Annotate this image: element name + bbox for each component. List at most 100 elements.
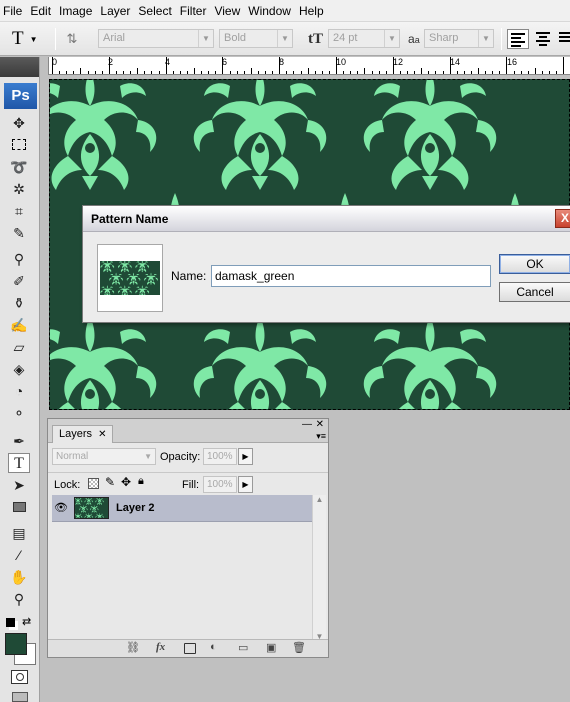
menu-bar: File Edit Image Layer Select Filter View…	[0, 0, 570, 22]
layer-style-icon[interactable]: fx	[156, 641, 165, 653]
ruler-tick	[73, 71, 75, 74]
blend-row: Normal ▼ Opacity: 100% ▶	[48, 446, 328, 468]
lock-all-icon[interactable]: 🔒︎	[138, 475, 144, 488]
ruler-tick	[421, 68, 423, 74]
new-layer-icon[interactable]: ▣	[266, 641, 276, 654]
eye-visibility-icon[interactable]: 👁︎	[54, 501, 68, 514]
move-tool-icon[interactable]: ✥	[8, 113, 30, 133]
magic-wand-tool-icon[interactable]: ✲	[8, 179, 30, 199]
panel-menu-icon[interactable]: ▾≡	[316, 431, 326, 442]
adjustment-layer-icon[interactable]: ◐	[210, 641, 217, 653]
tool-preset-picker[interactable]: T ▼	[12, 28, 48, 50]
pen-tool-icon[interactable]: ✒	[8, 431, 30, 451]
blend-mode-select[interactable]: Normal ▼	[52, 448, 156, 465]
align-left-button[interactable]	[507, 29, 529, 49]
history-brush-tool-icon[interactable]: ✍	[8, 315, 30, 335]
crop-tool-icon[interactable]: ⌗	[8, 201, 30, 221]
layers-scrollbar[interactable]: ▲ ▼	[312, 495, 326, 641]
menu-select[interactable]: Select	[134, 0, 175, 22]
blur-tool-icon[interactable]: ◔	[8, 381, 30, 401]
ruler-tick	[364, 68, 366, 74]
ruler-tick	[470, 71, 472, 74]
brush-tool-icon[interactable]: ✐	[8, 271, 30, 291]
panel-close-icon[interactable]: ✕	[316, 419, 324, 430]
notes-tool-icon[interactable]: ▤	[8, 523, 30, 543]
trash-icon[interactable]: 🗑︎	[292, 641, 306, 654]
options-bar: T ▼ ⇅ Arial ▼ Bold ▼ tT 24 pt ▼ aa Sharp ▼	[0, 22, 570, 56]
foreground-color-swatch[interactable]	[5, 633, 27, 655]
menu-image[interactable]: Image	[55, 0, 96, 22]
lock-row: Lock: ✎ ✥ 🔒︎ Fill: 100% ▶	[48, 472, 328, 494]
opacity-input[interactable]: 100%	[203, 448, 237, 465]
link-layers-icon[interactable]: ⛓	[126, 641, 140, 654]
close-tab-icon[interactable]: ✕	[98, 429, 106, 440]
slice-tool-icon[interactable]: ✎	[8, 223, 30, 243]
align-right-button[interactable]	[557, 29, 570, 49]
layer-row[interactable]: 👁︎ Layer 2	[52, 495, 312, 522]
ruler-tick	[272, 71, 274, 74]
font-style-value: Bold	[224, 32, 247, 44]
clone-stamp-tool-icon[interactable]: ⚱	[8, 293, 30, 313]
dodge-tool-icon[interactable]: ⚬	[8, 403, 30, 423]
lock-transparent-icon[interactable]	[88, 478, 99, 489]
menu-edit[interactable]: Edit	[26, 0, 55, 22]
default-colors-icon[interactable]	[6, 618, 15, 627]
font-family-select[interactable]: Arial ▼	[98, 29, 214, 48]
font-size-select[interactable]: 24 pt ▼	[328, 29, 400, 48]
menu-layer[interactable]: Layer	[96, 0, 134, 22]
fill-slider-button[interactable]: ▶	[238, 476, 253, 493]
eyedropper-tool-icon[interactable]: ⁄	[8, 545, 30, 565]
ruler-tick	[300, 71, 302, 74]
zoom-tool-icon[interactable]: ⚲	[8, 589, 30, 609]
hand-tool-icon[interactable]: ✋	[8, 567, 30, 587]
shape-tool-icon[interactable]	[8, 497, 30, 517]
menu-view[interactable]: View	[210, 0, 244, 22]
ruler-tick	[350, 71, 352, 74]
toolbox-grip[interactable]	[0, 57, 39, 77]
ruler-tick	[257, 71, 259, 74]
toggle-orientation-icon[interactable]: ⇅	[63, 30, 81, 48]
menu-help[interactable]: Help	[295, 0, 328, 22]
scroll-up-icon[interactable]: ▲	[313, 495, 326, 504]
ruler-tick	[556, 71, 558, 74]
menu-filter[interactable]: Filter	[176, 0, 211, 22]
eraser-tool-icon[interactable]: ▱	[8, 337, 30, 357]
ruler-tick	[87, 71, 89, 74]
marquee-tool-icon[interactable]	[8, 135, 30, 155]
lock-position-icon[interactable]: ✥	[121, 475, 131, 489]
swap-colors-icon[interactable]: ⇄	[22, 615, 31, 628]
healing-brush-tool-icon[interactable]: ⚲	[8, 249, 30, 269]
opacity-slider-button[interactable]: ▶	[238, 448, 253, 465]
antialias-select[interactable]: Sharp ▼	[424, 29, 494, 48]
toolbox: Ps ✥ ➰ ✲ ⌗ ✎ ⚲ ✐ ⚱ ✍ ▱ ◈ ◔ ⚬ ✒ T ➤ ▤ ⁄ ✋…	[0, 57, 40, 702]
antialias-icon: aa	[408, 32, 420, 46]
layer-mask-icon[interactable]	[184, 643, 196, 654]
fill-input[interactable]: 100%	[203, 476, 237, 493]
paint-bucket-tool-icon[interactable]: ◈	[8, 359, 30, 379]
cancel-button[interactable]: Cancel	[499, 282, 570, 302]
menu-window[interactable]: Window	[244, 0, 295, 22]
lasso-tool-icon[interactable]: ➰	[8, 157, 30, 177]
quick-mask-icon[interactable]	[11, 670, 28, 684]
photoshop-logo[interactable]: Ps	[4, 83, 37, 109]
menu-file[interactable]: File	[0, 0, 26, 22]
layers-tab[interactable]: Layers ✕	[52, 425, 114, 443]
pattern-name-input[interactable]	[211, 265, 491, 287]
layer-name[interactable]: Layer 2	[116, 502, 155, 514]
align-center-button[interactable]	[533, 29, 553, 49]
ruler-tick	[158, 71, 160, 74]
new-group-icon[interactable]: ▭	[238, 641, 248, 654]
screen-mode-icon[interactable]	[12, 692, 28, 702]
ruler-tick	[130, 71, 132, 74]
chevron-down-icon: ▼	[277, 30, 292, 47]
panel-minimize-icon[interactable]: —	[302, 419, 312, 430]
name-label: Name:	[171, 269, 207, 283]
path-selection-tool-icon[interactable]: ➤	[8, 475, 30, 495]
ruler-tick	[499, 71, 501, 74]
ok-button[interactable]: OK	[499, 254, 570, 274]
lock-image-icon[interactable]: ✎	[105, 475, 115, 489]
dialog-close-button[interactable]: X	[555, 209, 570, 228]
font-style-select[interactable]: Bold ▼	[219, 29, 293, 48]
ruler-tick	[520, 71, 522, 74]
type-tool-icon[interactable]: T	[8, 453, 30, 473]
